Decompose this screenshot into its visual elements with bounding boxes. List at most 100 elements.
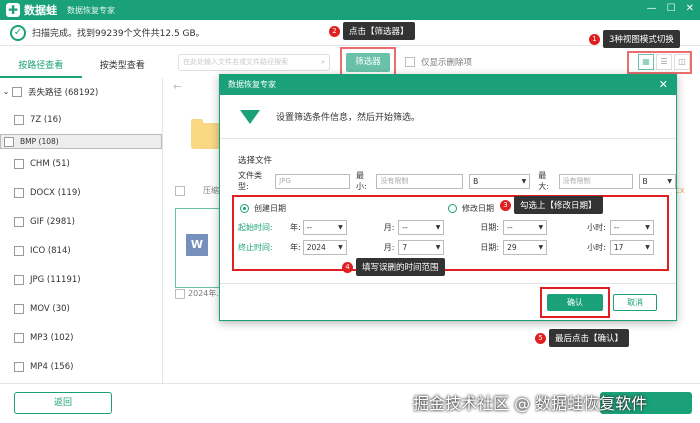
checkbox[interactable] [14, 187, 24, 198]
year-label: 年: [290, 243, 301, 252]
created-date-label: 创建日期 [254, 204, 286, 213]
sidebar-item-gif[interactable]: GIF (2981) [0, 207, 162, 236]
callout-text: 填写误删的时间范围 [356, 258, 445, 276]
divider [220, 283, 676, 284]
sidebar-item-label: GIF (2981) [30, 216, 75, 227]
sidebar-item-label: BMP (108) [20, 137, 59, 146]
modified-date-radio[interactable]: 修改日期 [448, 203, 494, 214]
sidebar-item-mp3[interactable]: MP3 (102) [0, 323, 162, 352]
callout-number: 2 [329, 25, 340, 37]
callout-text: 最后点击【确认】 [549, 329, 630, 347]
start-year-select[interactable]: -- ▼ [302, 220, 347, 235]
radio-icon[interactable] [448, 204, 457, 213]
minimize-icon[interactable]: — [647, 3, 657, 14]
sidebar-item-mov[interactable]: MOV (30) [0, 294, 162, 323]
start-hour-select[interactable]: -- ▼ [609, 220, 654, 235]
maximize-icon[interactable]: ☐ [667, 3, 676, 14]
close-icon[interactable]: ✕ [686, 3, 694, 14]
callout-2: 2 点击【筛选器】 [329, 22, 415, 40]
select-file-heading: 选择文件 [238, 156, 273, 166]
checkbox[interactable] [14, 332, 24, 343]
day-label: 日期: [480, 243, 500, 252]
file-type-label: 文件类型: [238, 171, 262, 191]
start-time-label: 起始时间: [238, 223, 273, 232]
end-time-label: 终止时间: [238, 243, 273, 252]
checkbox[interactable] [14, 245, 24, 256]
hour-label: 小时: [587, 243, 606, 252]
month-label: 月: [383, 223, 395, 232]
funnel-icon [240, 109, 260, 124]
sidebar-item-label: 丢失路径 (68192) [28, 87, 99, 98]
sidebar-item-label: CHM (51) [30, 158, 70, 169]
app-logo: ✚ 数据蛙 [6, 2, 67, 18]
min-unit-value: B [473, 176, 479, 186]
dialog-title-bar: 数据恢复专家 ✕ [220, 75, 676, 95]
start-month-select[interactable]: -- ▼ [398, 220, 445, 235]
sidebar-root[interactable]: ⌄ 丢失路径 (68192) [0, 78, 162, 105]
sidebar-item-label: MOV (30) [30, 303, 70, 314]
back-button[interactable]: 返回 [14, 392, 112, 414]
sidebar-item-label: 7Z (16) [30, 114, 62, 125]
start-day-value: -- [507, 223, 513, 232]
max-size-input[interactable]: 没有限制 [558, 173, 633, 189]
sidebar-item-docx[interactable]: DOCX (119) [0, 178, 162, 207]
end-month-select[interactable]: 7 ▼ [398, 240, 445, 255]
callout-number: 3 [500, 199, 511, 211]
max-size-label: 最大: [538, 171, 549, 191]
cancel-button[interactable]: 取消 [613, 294, 657, 311]
sidebar-item-label: ICO (814) [30, 245, 71, 256]
file-type-input[interactable]: JPG [275, 173, 351, 189]
callout-text: 勾选上【修改日期】 [514, 196, 603, 214]
sidebar-item-label: DOCX (119) [30, 187, 81, 198]
end-day-value: 29 [507, 243, 517, 252]
end-time-row: 终止时间: 年: 2024 ▼ 月: 7 ▼ 日期: 29 ▼ 小时: 17 ▼ [238, 240, 654, 255]
app-name: 数据蛙 [24, 4, 57, 17]
min-size-input[interactable]: 没有限制 [376, 173, 464, 189]
dialog-close-icon[interactable]: ✕ [659, 75, 668, 95]
sidebar-item-label: MP4 (156) [30, 361, 74, 372]
day-label: 日期: [480, 223, 500, 232]
sidebar-item-7z[interactable]: 7Z (16) [0, 105, 162, 134]
check-icon: ✓ [10, 24, 26, 41]
chevron-down-icon: ▼ [521, 177, 527, 185]
radio-selected-icon[interactable] [240, 204, 249, 213]
sidebar-item-ico[interactable]: ICO (814) [0, 236, 162, 265]
sidebar-item-jpg[interactable]: JPG (11191) [0, 265, 162, 294]
hour-label: 小时: [587, 223, 606, 232]
checkbox[interactable] [14, 303, 24, 314]
checkbox[interactable] [12, 86, 22, 97]
callout-3: 3 勾选上【修改日期】 [500, 196, 603, 214]
sidebar-item-mp4[interactable]: MP4 (156) [0, 352, 162, 381]
start-month-value: -- [402, 223, 408, 232]
created-date-radio[interactable]: 创建日期 [240, 203, 286, 214]
max-unit-select[interactable]: B ▼ [638, 173, 676, 189]
dialog-instruction: 设置筛选条件信息，然后开始筛选。 [276, 113, 421, 123]
checkbox[interactable] [14, 114, 24, 125]
checkbox[interactable] [14, 274, 24, 285]
end-day-select[interactable]: 29 ▼ [503, 240, 548, 255]
end-hour-select[interactable]: 17 ▼ [609, 240, 654, 255]
window-controls: — ☐ ✕ [647, 3, 694, 14]
dialog-title: 数据恢复专家 [228, 80, 276, 89]
chevron-down-icon: ▼ [667, 177, 672, 185]
year-label: 年: [290, 223, 301, 232]
end-year-value: 2024 [306, 243, 326, 252]
tab-by-type[interactable]: 按类型查看 [82, 56, 164, 78]
checkbox[interactable] [14, 361, 24, 372]
min-unit-select[interactable]: B ▼ [469, 173, 531, 189]
sidebar-item-bmp[interactable]: BMP (108) [0, 134, 162, 149]
expand-icon[interactable]: ⌄ [0, 87, 12, 96]
callout-text: 3种视图模式切换 [603, 30, 680, 48]
chevron-down-icon: ▼ [338, 244, 343, 251]
sidebar: ⌄ 丢失路径 (68192) 7Z (16) BMP (108) CHM (51… [0, 78, 163, 383]
callout-1: 1 3种视图模式切换 [589, 30, 680, 48]
checkbox[interactable] [14, 158, 24, 169]
start-day-select[interactable]: -- ▼ [503, 220, 548, 235]
checkbox[interactable] [4, 136, 14, 147]
tab-by-path[interactable]: 按路径查看 [0, 56, 82, 78]
checkbox[interactable] [14, 216, 24, 227]
end-year-select[interactable]: 2024 ▼ [302, 240, 347, 255]
sidebar-item-chm[interactable]: CHM (51) [0, 149, 162, 178]
max-unit-value: B [642, 176, 648, 186]
watermark: 掘金技术社区 @ 数据蛙恢复软件 [413, 394, 648, 413]
